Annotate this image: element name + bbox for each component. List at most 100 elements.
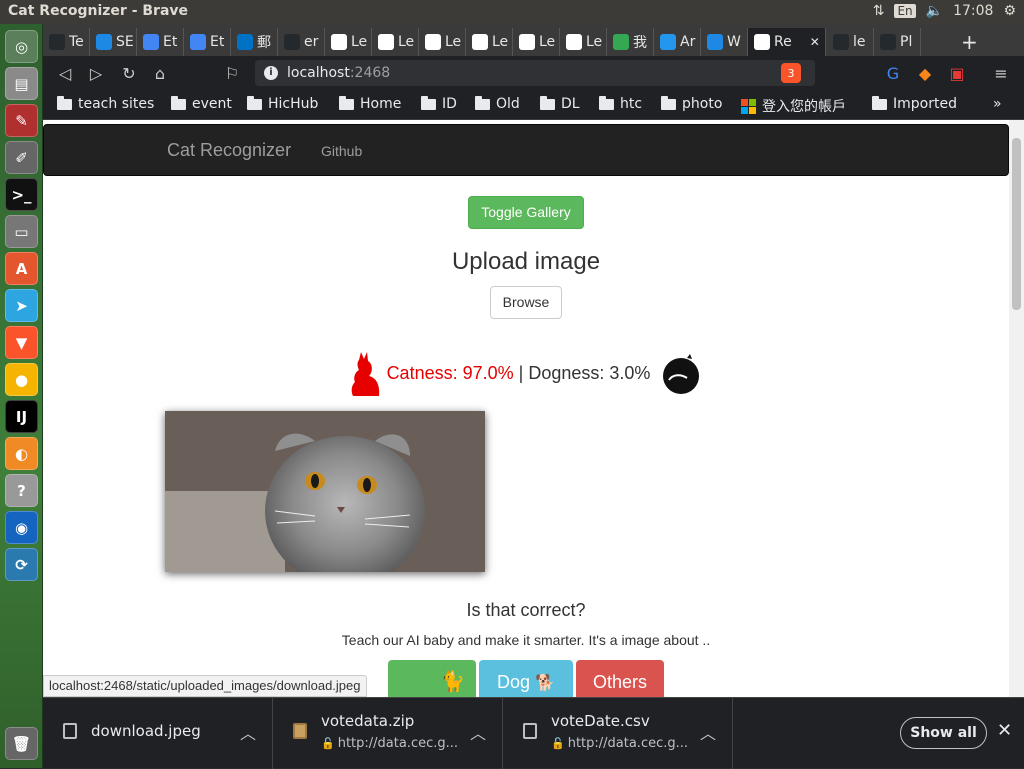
tab-favicon-icon [754,34,770,50]
dash-icon[interactable]: ◎ [5,30,38,63]
bookmark-item[interactable]: teach sites [57,95,154,112]
browser-tab[interactable]: Te [43,28,90,56]
globe-app-icon[interactable]: ◉ [5,511,38,544]
metamask-extension-icon[interactable]: ◆ [913,61,937,85]
browser-tab[interactable]: Ar [654,28,701,56]
download-item[interactable]: voteDate.csv 🔓 http://data.cec.g... ︿ [503,698,733,769]
toggle-gallery-button[interactable]: Toggle Gallery [468,196,584,229]
page-scrollbar[interactable] [1009,120,1024,697]
extension-icon[interactable]: ▣ [945,61,969,85]
chevron-up-icon[interactable]: ︿ [700,720,716,744]
tab-favicon-icon [613,34,629,50]
browser-tab[interactable]: Le [560,28,607,56]
terminal-icon[interactable]: >_ [5,178,38,211]
bookmark-item[interactable]: ID [421,95,457,112]
site-info-icon[interactable]: i [264,66,278,80]
trash-icon[interactable]: 🗑 [5,727,38,760]
vote-cat-button[interactable]: 🐈 [388,660,476,697]
browser-tab[interactable]: 郵 [231,28,278,56]
browser-tab[interactable]: Pl [874,28,921,56]
browser-tab[interactable]: W [701,28,748,56]
tab-label: Et [163,34,178,50]
bookmark-label: event [192,96,232,112]
tab-favicon-icon [519,34,535,50]
red-cat-icon [351,352,379,396]
bookmark-item[interactable]: photo [661,95,722,112]
browser-tab[interactable]: Le [419,28,466,56]
new-tab-icon[interactable]: + [955,28,978,56]
reload-icon[interactable]: ↻ [117,61,141,85]
scrollbar-thumb[interactable] [1012,138,1021,310]
folder-icon [540,95,555,110]
browser-tab[interactable]: SE [90,28,137,56]
menu-icon[interactable]: ≡ [989,61,1013,85]
download-item[interactable]: votedata.zip 🔓 http://data.cec.g... ︿ [273,698,503,769]
translate-extension-icon[interactable]: G [881,61,905,85]
tab-label: Le [586,34,603,50]
github-link[interactable]: Github [321,143,362,159]
sync-app-icon[interactable]: ⟳ [5,548,38,581]
close-icon[interactable]: ✕ [997,720,1012,741]
unknown-app-icon[interactable]: ? [5,474,38,507]
chevron-up-icon[interactable]: ︿ [240,720,256,744]
bookmark-item[interactable]: Home [339,95,401,112]
browse-button[interactable]: Browse [490,286,562,319]
bookmark-item[interactable]: htc [599,95,642,112]
bookmark-item[interactable]: 登入您的帳戶 [741,96,846,116]
blender-icon[interactable]: ◐ [5,437,38,470]
bookmark-item[interactable]: Old [475,95,520,112]
browser-tab[interactable]: Le [325,28,372,56]
browser-tab[interactable]: le [827,28,874,56]
disk-icon[interactable]: ▭ [5,215,38,248]
browser-tab[interactable]: Le [513,28,560,56]
files-icon[interactable]: ▤ [5,67,38,100]
show-all-downloads-button[interactable]: Show all [900,717,987,749]
brave-icon[interactable]: ▼ [5,326,38,359]
browser-tab[interactable]: Le [372,28,419,56]
bookmark-item[interactable]: DL [540,95,580,112]
insecure-lock-icon: 🔓 [551,737,565,750]
system-tray: ⇅ En 🔈 17:08 ⚙ [873,3,1016,19]
intellij-icon[interactable]: IJ [5,400,38,433]
browser-tab[interactable]: Re ✕ [748,28,826,56]
chevron-up-icon[interactable]: ︿ [470,720,486,744]
chrome-icon[interactable]: ● [5,363,38,396]
volume-icon[interactable]: 🔈 [926,3,943,19]
bookmark-icon[interactable]: ⚐ [220,61,244,85]
toolbar: ◁ ▷ ↻ ⌂ ⚐ i localhost:2468 3 G ◆ ▣ ≡ [43,56,1024,90]
download-item[interactable]: download.jpeg ︿ [43,698,273,769]
vote-dog-button[interactable]: Dog 🐕 [479,660,573,697]
keyboard-layout[interactable]: En [894,4,916,18]
address-bar[interactable]: i localhost:2468 [255,60,815,86]
bookmark-item[interactable]: HicHub [247,95,318,112]
back-icon[interactable]: ◁ [53,61,77,85]
tab-label: Le [398,34,415,50]
home-icon[interactable]: ⌂ [148,61,172,85]
text-editor-icon[interactable]: ✐ [5,141,38,174]
settings-gear-icon[interactable]: ⚙ [1003,3,1016,19]
brave-shields-icon[interactable]: 3 [781,63,801,83]
browser-tab[interactable]: Et [184,28,231,56]
bookmark-item[interactable]: event [171,95,232,112]
telegram-icon[interactable]: ➤ [5,289,38,322]
settings-tools-icon[interactable]: ✎ [5,104,38,137]
software-center-icon[interactable]: A [5,252,38,285]
url-host: localhost [287,65,350,81]
uploaded-image-preview[interactable] [165,411,485,572]
bookmarks-overflow-icon[interactable]: » [993,96,1002,112]
tab-favicon-icon [96,34,112,50]
forward-icon[interactable]: ▷ [84,61,108,85]
vote-others-button[interactable]: Others [576,660,664,697]
tab-label: Le [445,34,462,50]
browser-tab[interactable]: er [278,28,325,56]
browser-tab[interactable]: 我 [607,28,654,56]
bookmark-item[interactable]: Imported [872,95,957,112]
browser-tab[interactable]: Et [137,28,184,56]
tab-favicon-icon [237,34,253,50]
site-brand[interactable]: Cat Recognizer [167,140,291,161]
launcher: ◎ ▤ ✎ ✐ >_ ▭ A ➤ ▼ ● IJ ◐ ? ◉ ⟳ 🗑 [0,24,43,768]
browser-tab[interactable]: Le [466,28,513,56]
network-icon[interactable]: ⇅ [873,3,885,19]
clock[interactable]: 17:08 [953,3,993,19]
tab-close-icon[interactable]: ✕ [810,35,820,49]
